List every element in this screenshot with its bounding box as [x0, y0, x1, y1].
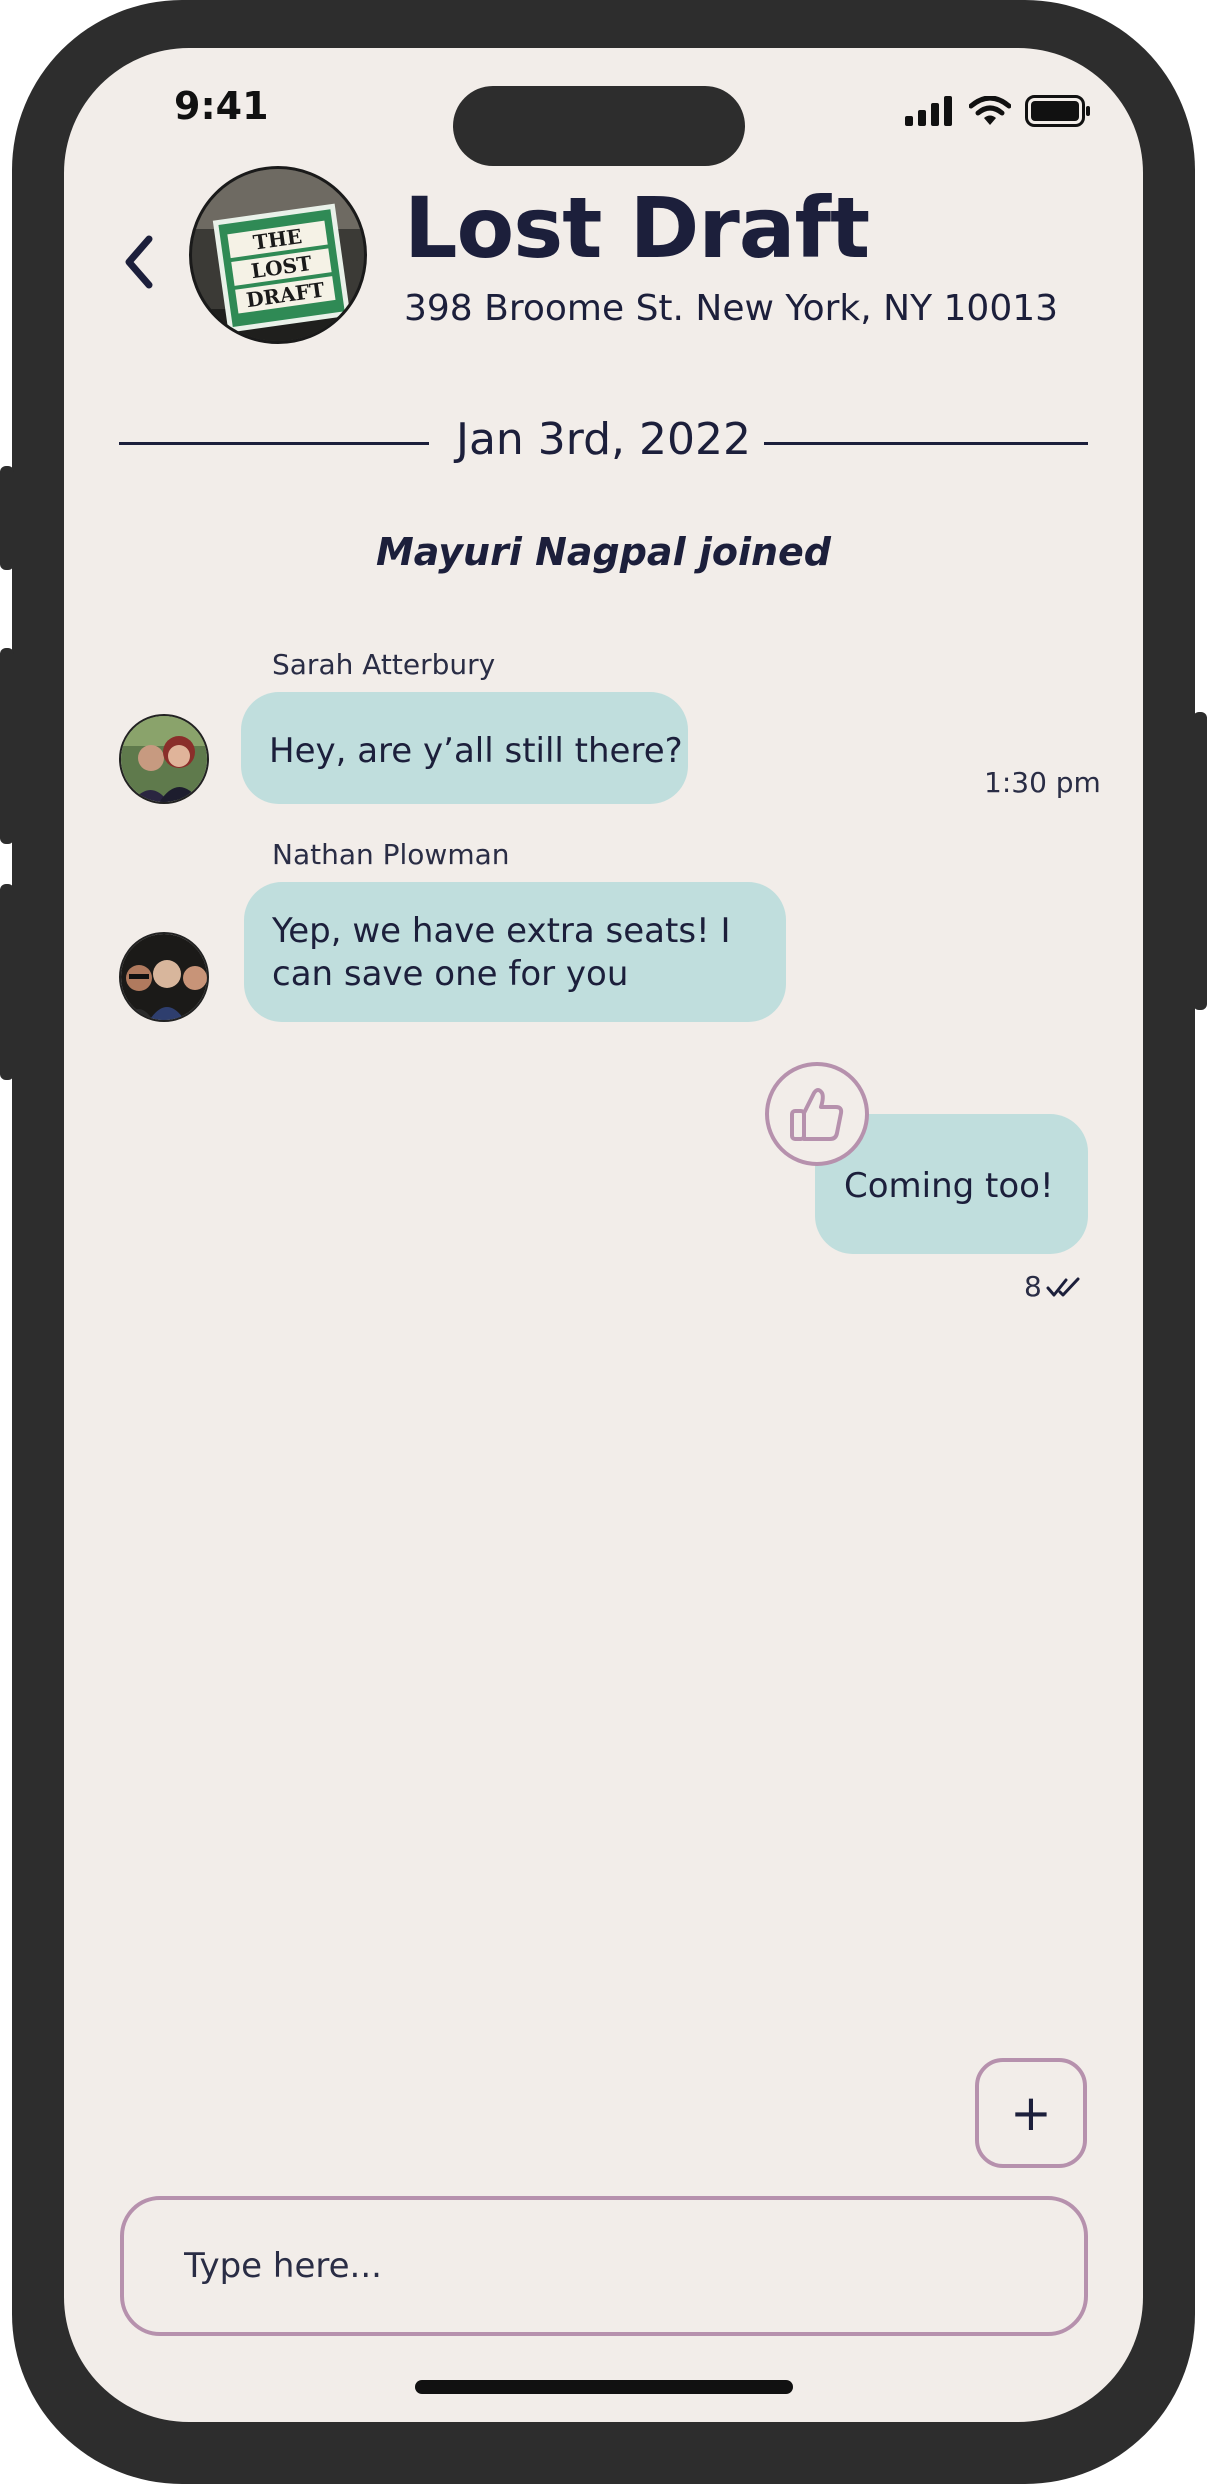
status-time: 9:41: [174, 84, 269, 128]
read-receipt: 8: [1024, 1270, 1082, 1303]
venue-name: Lost Draft: [404, 179, 870, 277]
venue-address: 398 Broome St. New York, NY 10013: [404, 288, 1059, 329]
divider-line-right: [764, 442, 1088, 445]
reaction-badge[interactable]: [765, 1062, 869, 1166]
message-bubble[interactable]: Yep, we have extra seats! I can save one…: [244, 882, 786, 1022]
date-label: Jan 3rd, 2022: [455, 414, 751, 465]
chat-screen: 9:41 THE LOST DRAFT Lost Draft 398 Broom…: [64, 48, 1143, 2422]
back-button[interactable]: [112, 226, 164, 298]
silent-switch: [0, 466, 14, 570]
message-bubble[interactable]: Hey, are y’all still there?: [241, 692, 688, 804]
cellular-signal-icon: [905, 96, 952, 126]
message-timestamp: 1:30 pm: [984, 766, 1101, 799]
sender-name: Sarah Atterbury: [272, 648, 496, 681]
nathan-avatar-image: [121, 934, 207, 1020]
power-button: [1193, 712, 1207, 1010]
double-check-icon: [1046, 1277, 1080, 1296]
volume-up-button: [0, 648, 14, 844]
thumbs-up-icon: [790, 1088, 844, 1141]
add-attachment-button[interactable]: +: [975, 2058, 1087, 2168]
volume-down-button: [0, 884, 14, 1080]
system-notice: Mayuri Nagpal joined: [375, 530, 832, 574]
message-text: Yep, we have extra seats! I can save one…: [272, 911, 731, 995]
venue-sign-image: THE LOST DRAFT: [192, 169, 364, 341]
chevron-left-icon: [125, 235, 153, 289]
home-indicator: [415, 2380, 793, 2394]
message-text: Coming too!: [844, 1166, 1054, 1206]
sender-name: Nathan Plowman: [272, 838, 510, 871]
dynamic-island: [453, 86, 745, 166]
read-count: 8: [1024, 1270, 1042, 1303]
status-icons: [905, 94, 1091, 128]
battery-icon: [1025, 95, 1090, 127]
sarah-avatar-image: [121, 716, 207, 802]
venue-avatar[interactable]: THE LOST DRAFT: [189, 166, 367, 344]
avatar[interactable]: [119, 714, 209, 804]
date-divider: Jan 3rd, 2022: [119, 408, 1088, 476]
message-text: Hey, are y’all still there?: [269, 731, 683, 771]
wifi-icon: [969, 96, 1011, 125]
avatar[interactable]: [119, 932, 209, 1022]
message-input[interactable]: [120, 2196, 1088, 2336]
